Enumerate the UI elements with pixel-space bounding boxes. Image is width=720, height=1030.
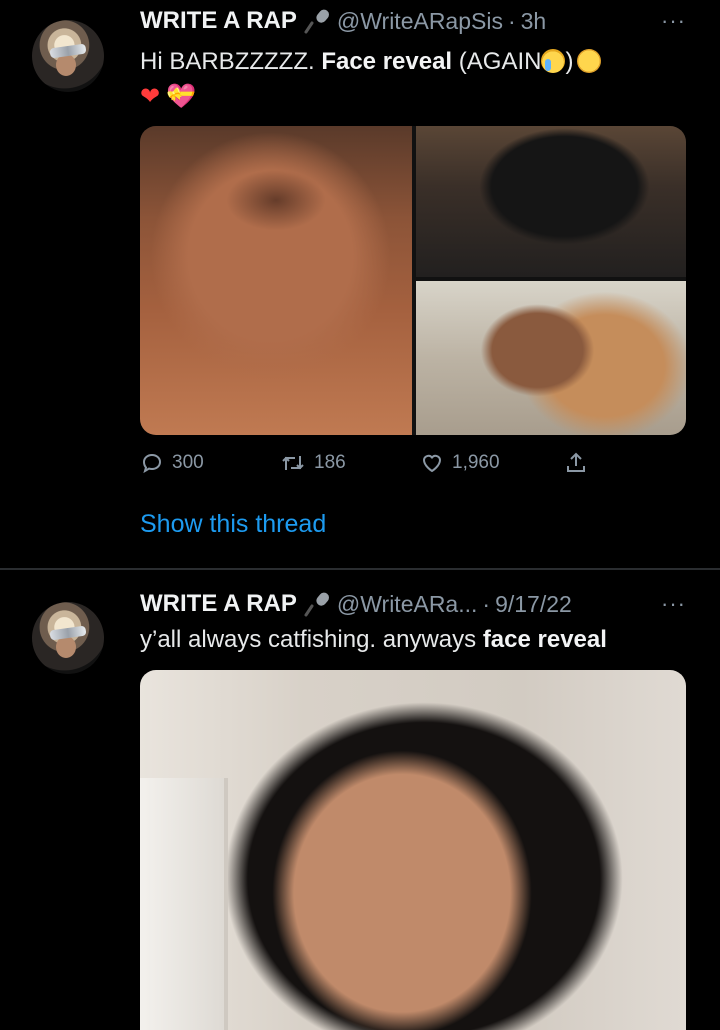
red-heart-emoji: ❤ (140, 83, 161, 110)
rolling-on-floor-laughing-emoji (573, 45, 606, 77)
show-thread-link[interactable]: Show this thread (140, 510, 326, 539)
share-button[interactable] (564, 446, 596, 480)
tweet-text: Hi BARBZZZZZ. Face reveal (AGAIN) (140, 45, 606, 77)
heart-with-ribbon-emoji: 💝 (166, 83, 196, 110)
action-bar: 300 186 1,960 (140, 446, 600, 480)
tweet-1[interactable]: WRITE A RAP @WriteARapSis · 3h ··· Hi BA… (0, 0, 720, 568)
photo-3[interactable] (416, 281, 686, 435)
microphone-icon (303, 591, 329, 617)
like-button[interactable]: 1,960 (420, 446, 500, 480)
user-handle[interactable]: @WriteARa... (337, 591, 478, 618)
tweet-text: y’all always catfishing. anyways face re… (140, 626, 607, 654)
reply-icon (142, 453, 162, 474)
share-icon (567, 452, 585, 472)
reply-button[interactable]: 300 (140, 446, 204, 480)
reply-count: 300 (172, 452, 204, 473)
timestamp[interactable]: 3h (521, 8, 547, 35)
loudly-crying-face-emoji (541, 49, 566, 73)
photo-2[interactable] (416, 126, 686, 277)
tweet-text-bold: face reveal (482, 626, 607, 653)
avatar[interactable] (32, 20, 104, 92)
more-options-button[interactable]: ··· (661, 591, 686, 617)
retweet-count: 186 (314, 452, 346, 473)
avatar[interactable] (32, 602, 104, 674)
tweet-text-plain: y’all always catfishing. anyways (140, 626, 483, 653)
retweet-icon (282, 456, 304, 470)
tweet-text-plain: Hi BARBZZZZZ. (140, 48, 322, 75)
retweet-button[interactable]: 186 (280, 446, 346, 480)
tweet-header: WRITE A RAP @WriteARapSis · 3h (140, 4, 546, 38)
photo-1[interactable] (140, 126, 412, 435)
like-icon (422, 454, 442, 473)
emoji-row: ❤ 💝 (140, 82, 196, 111)
tweet-2[interactable]: WRITE A RAP @WriteARa... · 9/17/22 ··· y… (0, 570, 720, 1030)
like-count: 1,960 (452, 452, 500, 473)
more-options-button[interactable]: ··· (661, 8, 686, 34)
photo-grid[interactable] (140, 126, 686, 435)
display-name[interactable]: WRITE A RAP (140, 7, 297, 35)
microphone-icon (303, 8, 329, 34)
timestamp[interactable]: 9/17/22 (495, 591, 572, 618)
tweet-header: WRITE A RAP @WriteARa... · 9/17/22 (140, 587, 572, 621)
tweet-text-bold: Face reveal (321, 48, 453, 75)
tweet-text-tail: (AGAIN (452, 48, 542, 75)
tweet-text-close: ) (565, 48, 574, 75)
display-name[interactable]: WRITE A RAP (140, 590, 297, 618)
user-handle[interactable]: @WriteARapSis (337, 8, 503, 35)
separator-dot: · (507, 7, 516, 34)
photo-1[interactable] (140, 670, 686, 1030)
separator-dot: · (482, 590, 491, 617)
background-door (140, 778, 228, 1030)
